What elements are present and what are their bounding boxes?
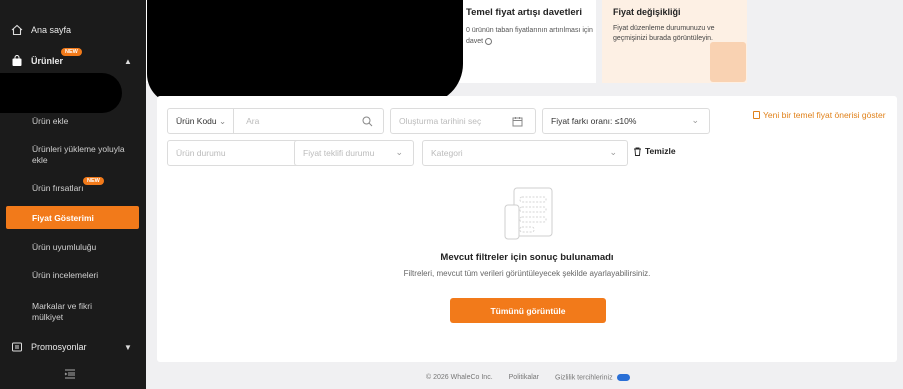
sidebar: Ana sayfa Ürünler NEW ▲ Ürün ekle Ürünle… <box>0 0 146 389</box>
invite-card-text: 0 ürünün taban fiyatlarının artırılması … <box>466 25 594 47</box>
offer-status-select[interactable]: Fiyat teklifi durumu ⌄ <box>294 140 414 166</box>
footer: © 2026 WhaleCo Inc. Politikalar Gizlilik… <box>426 374 630 381</box>
empty-state-illustration <box>504 187 553 240</box>
chevron-down-icon: ⌄ <box>609 147 617 157</box>
category-placeholder: Kategori <box>431 148 463 158</box>
search-icon[interactable] <box>362 116 373 127</box>
clear-filters-label: Temizle <box>645 146 676 156</box>
info-icon[interactable] <box>485 37 493 45</box>
calendar-icon <box>512 117 523 127</box>
search-group: Ürün Kodu ⌄ Ara <box>167 108 384 134</box>
empty-state-title: Mevcut filtreler için sonuç bulunamadı <box>440 252 614 263</box>
collapse-menu-icon[interactable] <box>64 369 76 379</box>
chevron-down-icon: ⌄ <box>691 115 699 125</box>
product-status-placeholder: Ürün durumu <box>176 148 226 158</box>
home-icon <box>11 24 23 36</box>
new-badge: NEW <box>61 48 82 56</box>
trash-icon <box>634 147 641 156</box>
footer-copyright: © 2026 WhaleCo Inc. <box>426 374 493 382</box>
nav-products[interactable]: Ürünler <box>11 55 63 67</box>
sidebar-item-add-product[interactable]: Ürün ekle <box>32 116 132 127</box>
privacy-toggle-icon <box>616 374 630 381</box>
sidebar-item-bulk-upload[interactable]: Ürünleri yükleme yoluyla ekle <box>32 144 132 166</box>
nav-promotions-label: Promosyonlar <box>31 342 87 352</box>
price-change-title: Fiyat değişikliği <box>613 7 681 17</box>
invite-card-title: Temel fiyat artışı davetleri <box>466 7 582 18</box>
product-code-label: Ürün Kodu <box>176 115 217 126</box>
offer-status-placeholder: Fiyat teklifi durumu <box>303 148 375 158</box>
promotion-icon <box>12 342 22 352</box>
category-select[interactable]: Kategori ⌄ <box>422 140 628 166</box>
suggestion-icon <box>753 111 760 119</box>
new-suggestion-label: Yeni bir temel fiyat önerisi göster <box>763 110 886 120</box>
footer-privacy-link[interactable]: Gizlilik tercihleriniz <box>555 374 630 381</box>
price-change-text: Fiyat düzenleme durumunuzu ve geçmişiniz… <box>613 25 715 42</box>
chevron-down-icon: ⌄ <box>219 115 227 126</box>
nav-promotions[interactable]: Promosyonlar <box>11 341 87 353</box>
clear-filters-button[interactable]: Temizle <box>633 146 676 156</box>
footer-privacy-label: Gizlilik tercihleriniz <box>555 374 613 382</box>
sidebar-item-compliance[interactable]: Ürün uyumluluğu <box>32 242 132 253</box>
date-picker[interactable]: Oluşturma tarihini seç <box>390 108 536 134</box>
sidebar-item-opportunities[interactable]: Ürün fırsatları <box>32 183 132 194</box>
new-suggestion-link[interactable]: Yeni bir temel fiyat önerisi göster <box>753 110 886 120</box>
nav-home[interactable]: Ana sayfa <box>11 24 71 36</box>
redaction-block <box>147 0 463 104</box>
price-change-illustration <box>710 42 746 82</box>
nav-home-label: Ana sayfa <box>31 25 72 35</box>
search-input[interactable]: Ara <box>246 116 259 126</box>
sidebar-item-brands[interactable]: Markalar ve fikri mülkiyet <box>32 301 112 323</box>
view-all-button[interactable]: Tümünü görüntüle <box>450 298 606 323</box>
product-code-select[interactable]: Ürün Kodu ⌄ <box>176 116 226 127</box>
price-diff-select[interactable]: Fiyat farkı oranı: ≤10% ⌄ <box>542 108 710 134</box>
price-diff-value: Fiyat farkı oranı: ≤10% <box>551 116 637 126</box>
nav-products-label: Ürünler <box>31 56 64 66</box>
footer-policies-link[interactable]: Politikalar <box>509 374 539 381</box>
chevron-up-icon[interactable]: ▲ <box>124 57 132 66</box>
empty-state-subtitle: Filtreleri, mevcut tüm verileri görüntül… <box>403 269 651 278</box>
date-placeholder: Oluşturma tarihini seç <box>399 116 482 126</box>
bag-icon <box>12 55 22 66</box>
divider <box>233 109 234 133</box>
chevron-down-icon: ⌄ <box>395 147 403 157</box>
sidebar-item-price-display[interactable]: Fiyat Gösterimi <box>6 206 139 229</box>
sidebar-item-reviews[interactable]: Ürün incelemeleri <box>32 270 132 281</box>
chevron-down-icon[interactable]: ▼ <box>124 343 132 352</box>
new-badge: NEW <box>83 177 104 185</box>
redaction-block <box>0 73 122 113</box>
